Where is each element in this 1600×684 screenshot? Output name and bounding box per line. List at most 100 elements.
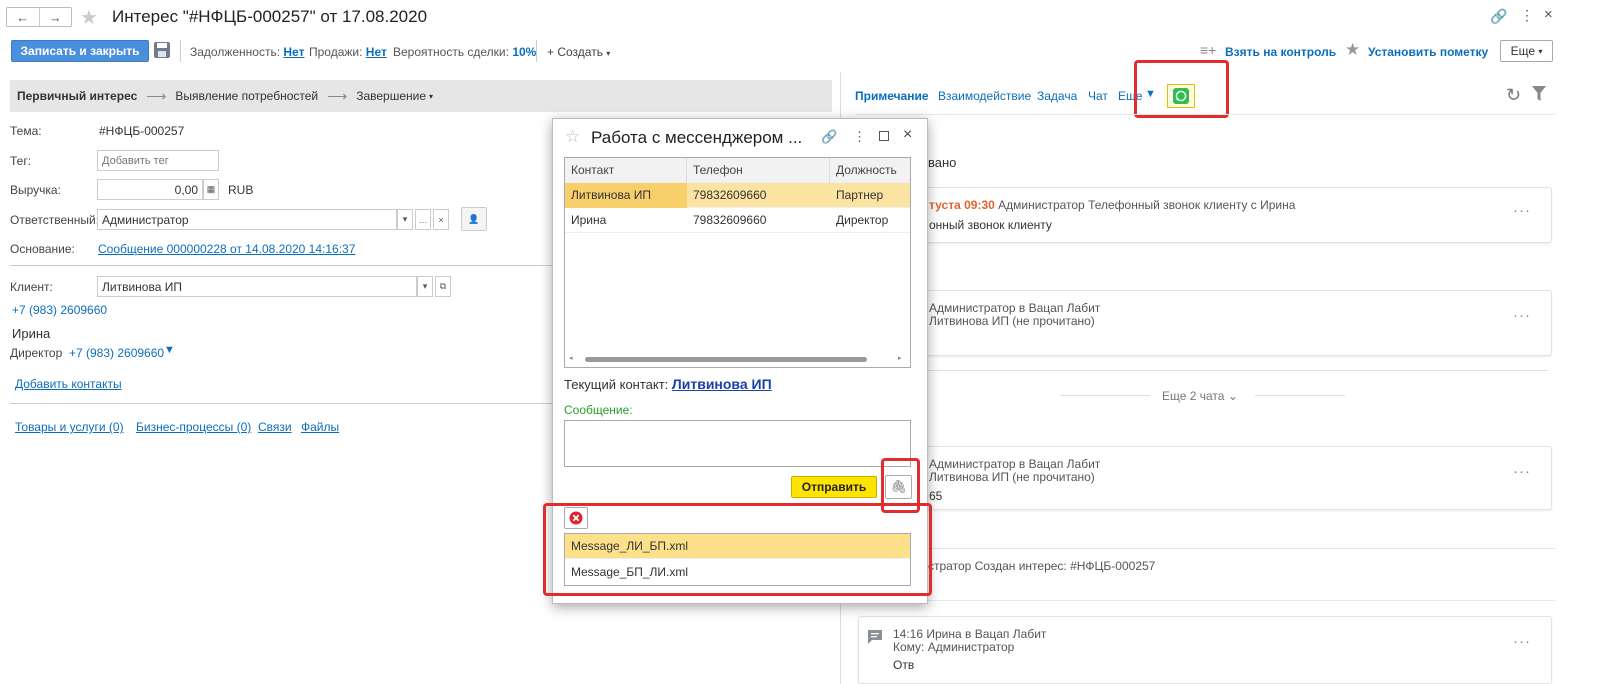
chat1-line2: Литвинова ИП (не прочитано) <box>929 314 1095 328</box>
stage-bar: Первичный интерес ⟶ Выявление потребност… <box>10 80 832 112</box>
highlight-frame-whatsapp <box>1134 60 1229 118</box>
caret-down-icon: ▾ <box>1538 46 1543 56</box>
stack-line <box>862 370 1548 371</box>
maximize-icon[interactable] <box>879 131 889 141</box>
sales-label: Продажи: <box>309 45 363 59</box>
forward-arrow-icon[interactable]: → <box>40 8 72 26</box>
feed-card-chat-2[interactable]: Администратор в Вацап Лабит Литвинова ИП… <box>858 446 1552 510</box>
basis-label: Основание: <box>10 242 75 256</box>
tab-note[interactable]: Примечание <box>855 89 929 103</box>
clear-field-icon[interactable]: × <box>433 209 449 230</box>
contact-phone[interactable]: +7 (983) 2609660 <box>69 346 164 360</box>
open-window-icon[interactable]: ⧉ <box>435 276 451 297</box>
goods-link[interactable]: Товары и услуги (0) <box>15 420 124 434</box>
select-ellipsis-button[interactable]: … <box>415 209 431 230</box>
more-button[interactable]: Еще ▾ <box>1500 40 1553 62</box>
business-processes-link[interactable]: Бизнес-процессы (0) <box>136 420 251 434</box>
feed-card-chat-1[interactable]: Администратор в Вацап Лабит Литвинова ИП… <box>858 290 1552 356</box>
filter-icon[interactable] <box>1532 86 1546 105</box>
cell-contact: Литвинова ИП <box>565 182 687 208</box>
chat3-body: Отв <box>893 658 915 672</box>
current-contact-link[interactable]: Литвинова ИП <box>672 376 772 392</box>
client-label: Клиент: <box>10 280 53 294</box>
call-body: онный звонок клиенту <box>929 218 1052 232</box>
col-phone[interactable]: Телефон <box>687 157 830 183</box>
client-phone[interactable]: +7 (983) 2609660 <box>12 303 107 317</box>
cell-role: Директор <box>836 213 889 227</box>
star-icon[interactable]: ☆ <box>565 127 580 147</box>
caret-down-icon: ▾ <box>429 91 434 101</box>
refresh-icon[interactable]: ↻ <box>1506 85 1521 106</box>
message-textarea[interactable] <box>564 420 911 467</box>
link-icon[interactable]: 🔗 <box>1490 8 1507 25</box>
chat2-body: 65 <box>929 489 943 503</box>
horizontal-scrollbar[interactable] <box>585 357 867 362</box>
more-dots-icon[interactable]: ··· <box>1513 633 1531 650</box>
chat3-line1: 14:16 Ирина в Вацап Лабит <box>893 627 1047 641</box>
more-chats-toggle[interactable]: Еще 2 чата ⌄ <box>1162 389 1238 403</box>
col-role[interactable]: Должность <box>830 158 910 183</box>
stage-second[interactable]: Выявление потребностей <box>175 89 318 103</box>
close-dialog-icon[interactable]: × <box>903 126 912 144</box>
debt-indicator: Задолженность: Нет <box>190 45 304 59</box>
contact-name: Ирина <box>12 326 51 341</box>
feed-card-call[interactable]: туста 09:30 Администратор Телефонный зво… <box>858 187 1552 243</box>
create-menu[interactable]: + Создать ▾ <box>547 45 610 59</box>
calculator-icon[interactable]: ▦ <box>203 179 219 200</box>
stage-third[interactable]: Завершение <box>356 89 426 103</box>
tab-task[interactable]: Задача <box>1037 89 1077 103</box>
menu-dots-icon[interactable]: ⋮ <box>853 129 866 145</box>
scroll-left-icon[interactable]: ◂ <box>569 354 573 362</box>
call-time: туста 09:30 <box>929 198 995 212</box>
tab-interaction[interactable]: Взаимодействие <box>938 89 1031 103</box>
toolbar-separator-2 <box>536 40 537 62</box>
dropdown-caret-icon[interactable]: ▾ <box>417 276 433 297</box>
chat2-line2: Литвинова ИП (не прочитано) <box>929 470 1095 484</box>
basis-link[interactable]: Сообщение 000000228 от 14.08.2020 14:16:… <box>98 242 355 256</box>
topic-value[interactable]: #НФЦБ-000257 <box>99 124 184 138</box>
more-dots-icon[interactable]: ··· <box>1513 307 1531 324</box>
tag-input[interactable] <box>97 150 219 171</box>
table-row[interactable]: Литвинова ИП 79832609660 Партнер <box>565 182 910 208</box>
back-arrow-icon[interactable]: ← <box>7 8 40 26</box>
probability-value: 10% <box>512 45 537 59</box>
divider <box>855 114 1555 115</box>
feed-card-chat-3[interactable]: 14:16 Ирина в Вацап Лабит Кому: Админист… <box>858 616 1552 684</box>
scroll-right-icon[interactable]: ▸ <box>898 354 902 362</box>
debt-label: Задолженность: <box>190 45 281 59</box>
control-icon: ≡+ <box>1200 42 1217 58</box>
caret-down-icon[interactable]: ▼ <box>164 344 175 356</box>
table-header: Контакт Телефон Должность <box>565 157 910 183</box>
person-icon[interactable]: 👤 <box>461 207 487 231</box>
mark-star-icon: ★ <box>1345 40 1361 59</box>
files-link[interactable]: Файлы <box>301 420 339 434</box>
chat3-line2: Кому: Администратор <box>893 640 1015 654</box>
link-icon[interactable]: 🔗 <box>821 129 837 145</box>
save-icon[interactable] <box>153 41 171 59</box>
cell-role: Партнер <box>836 188 884 202</box>
client-input[interactable]: Литвинова ИП <box>97 276 417 297</box>
dropdown-caret-icon[interactable]: ▾ <box>397 209 413 230</box>
stage-first[interactable]: Первичный интерес <box>17 89 137 103</box>
window-title: Интерес "#НФЦБ-000257" от 17.08.2020 <box>112 7 428 26</box>
tab-chat[interactable]: Чат <box>1088 89 1108 103</box>
responsible-input[interactable]: Администратор <box>97 209 397 230</box>
menu-dots-icon[interactable]: ⋮ <box>1520 7 1534 24</box>
chat2-line1: Администратор в Вацап Лабит <box>929 457 1101 471</box>
star-icon[interactable]: ★ <box>80 5 98 30</box>
set-mark-link[interactable]: Установить пометку <box>1368 45 1488 59</box>
more-dots-icon[interactable]: ··· <box>1513 463 1531 480</box>
close-window-icon[interactable]: × <box>1544 6 1553 23</box>
tag-label: Тег: <box>10 154 32 168</box>
add-contacts-link[interactable]: Добавить контакты <box>15 377 122 391</box>
send-button[interactable]: Отправить <box>791 476 877 498</box>
table-row[interactable]: Ирина 79832609660 Директор <box>565 208 910 233</box>
revenue-input[interactable]: 0,00 <box>97 179 203 200</box>
links-link[interactable]: Связи <box>258 420 292 434</box>
more-dots-icon[interactable]: ··· <box>1513 202 1531 219</box>
take-control-link[interactable]: Взять на контроль <box>1225 45 1336 59</box>
save-close-button[interactable]: Записать и закрыть <box>11 40 149 62</box>
col-contact[interactable]: Контакт <box>565 157 687 183</box>
debt-value[interactable]: Нет <box>283 45 304 59</box>
sales-value[interactable]: Нет <box>366 45 387 59</box>
